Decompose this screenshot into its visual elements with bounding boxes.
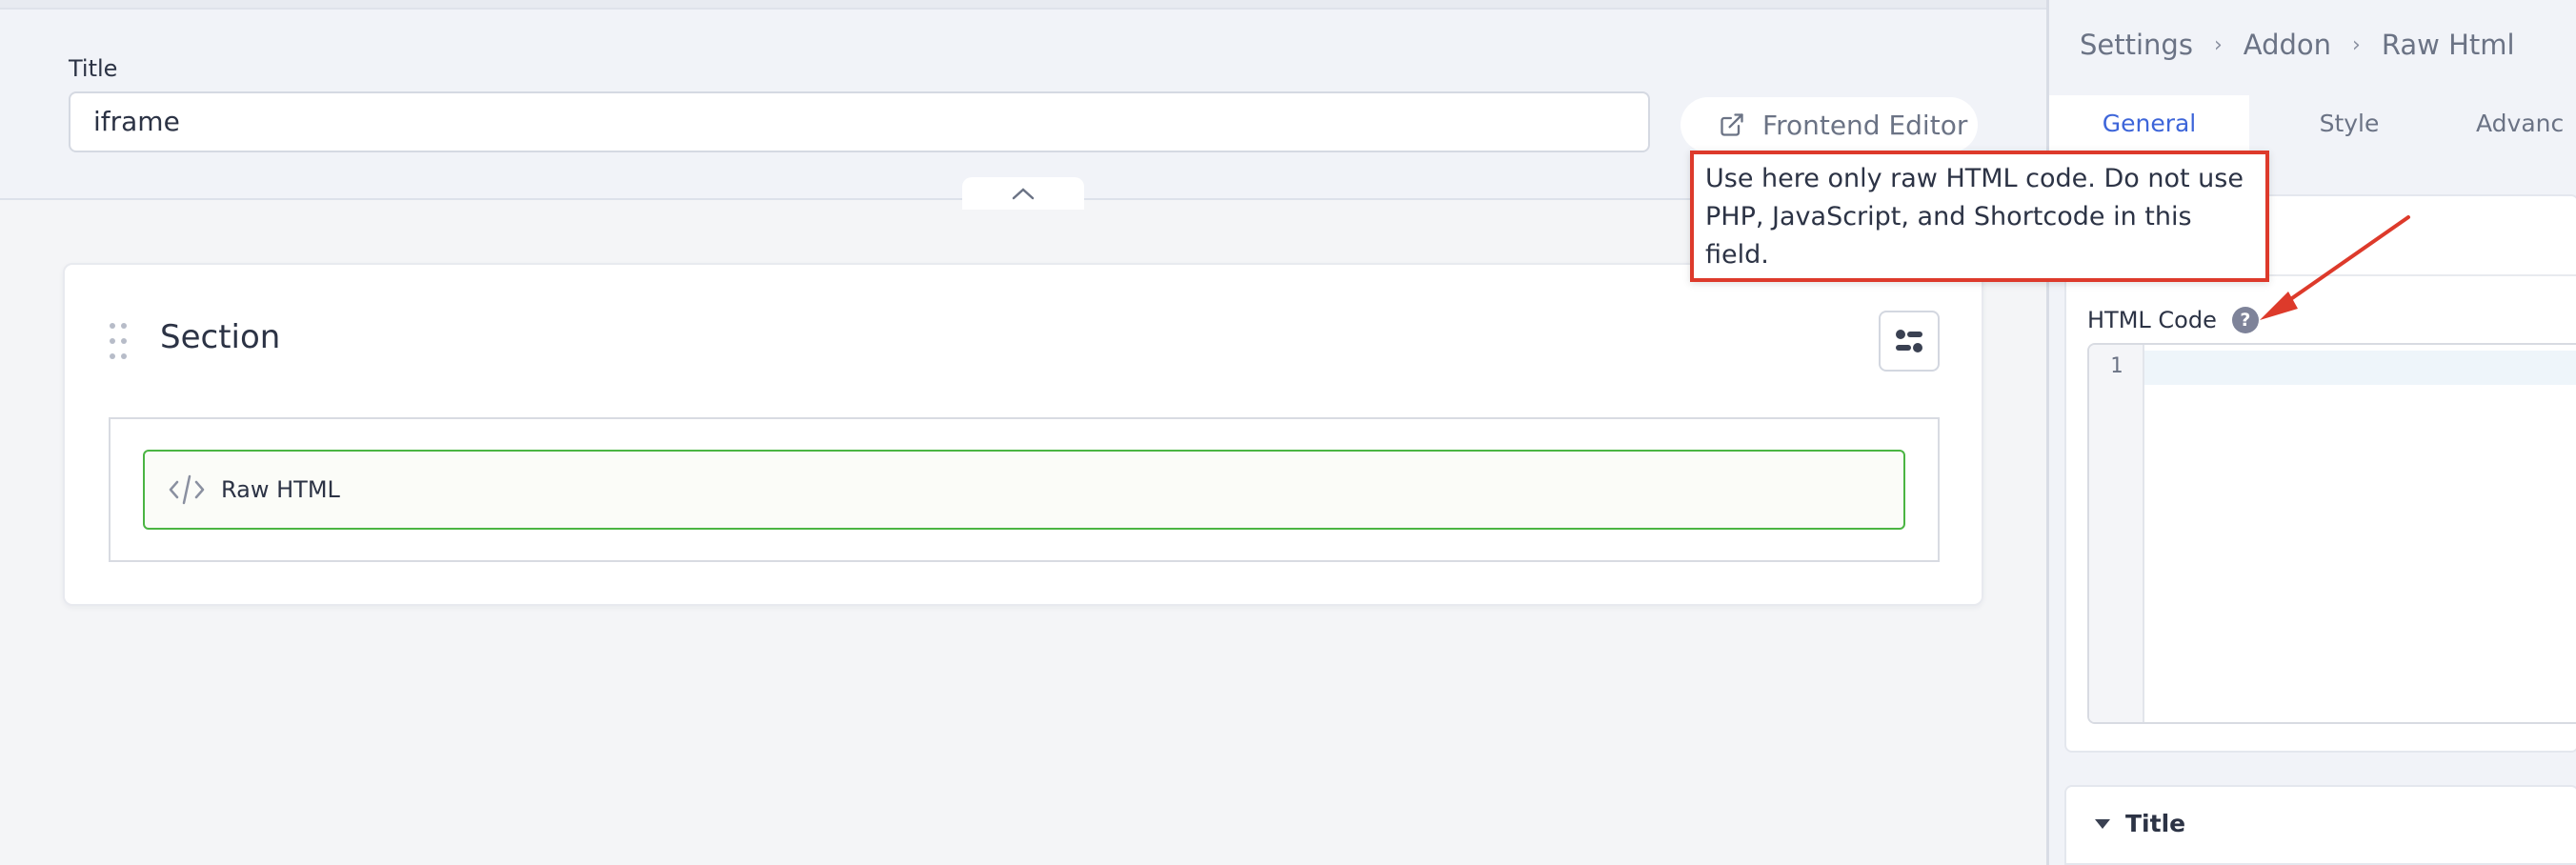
- section-title: Section: [160, 318, 281, 356]
- caret-down-icon: [2095, 818, 2110, 829]
- section-settings-button[interactable]: [1879, 311, 1940, 372]
- breadcrumb-separator-icon: ›: [2213, 32, 2223, 57]
- breadcrumb-addon[interactable]: Addon: [2244, 29, 2331, 61]
- code-icon: [169, 474, 205, 505]
- frontend-editor-button[interactable]: Frontend Editor: [1680, 97, 1978, 152]
- annotation-arrow-icon: [2260, 215, 2410, 320]
- title-group-header[interactable]: Title: [2095, 810, 2185, 837]
- line-number-gutter: 1: [2089, 345, 2144, 722]
- external-link-icon: [1721, 113, 1743, 136]
- frontend-editor-label: Frontend Editor: [1762, 109, 1968, 141]
- tab-advanced[interactable]: Advanc: [2449, 95, 2576, 164]
- top-strip: [0, 0, 2046, 10]
- drag-handle-icon[interactable]: [109, 322, 128, 360]
- tab-style[interactable]: Style: [2249, 95, 2449, 164]
- html-code-label: HTML Code ?: [2087, 307, 2259, 333]
- raw-html-addon[interactable]: Raw HTML: [143, 450, 1905, 530]
- title-label: Title: [69, 55, 118, 82]
- chevron-up-icon: [1012, 188, 1035, 200]
- settings-panel: Settings › Addon › Raw Html General Styl…: [2046, 0, 2576, 865]
- breadcrumb-separator-icon: ›: [2352, 32, 2361, 57]
- active-line: [2144, 351, 2576, 385]
- collapse-toggle[interactable]: [962, 177, 1084, 210]
- html-code-editor[interactable]: 1: [2087, 343, 2576, 724]
- toggle-settings-icon: [1896, 330, 1922, 352]
- title-group-label: Title: [2125, 810, 2186, 837]
- section-card: Section Raw HTML: [63, 263, 1983, 606]
- raw-html-addon-label: Raw HTML: [221, 476, 340, 503]
- help-tooltip: Use here only raw HTML code. Do not use …: [1690, 151, 2269, 282]
- breadcrumb-settings[interactable]: Settings: [2080, 29, 2193, 61]
- html-code-label-text: HTML Code: [2087, 307, 2217, 333]
- breadcrumb-raw-html: Raw Html: [2381, 29, 2515, 61]
- title-input[interactable]: iframe: [69, 91, 1650, 152]
- breadcrumb: Settings › Addon › Raw Html: [2080, 29, 2515, 61]
- line-number: 1: [2110, 354, 2123, 378]
- addon-row: Raw HTML: [109, 417, 1940, 562]
- title-settings-group[interactable]: Title: [2064, 785, 2576, 865]
